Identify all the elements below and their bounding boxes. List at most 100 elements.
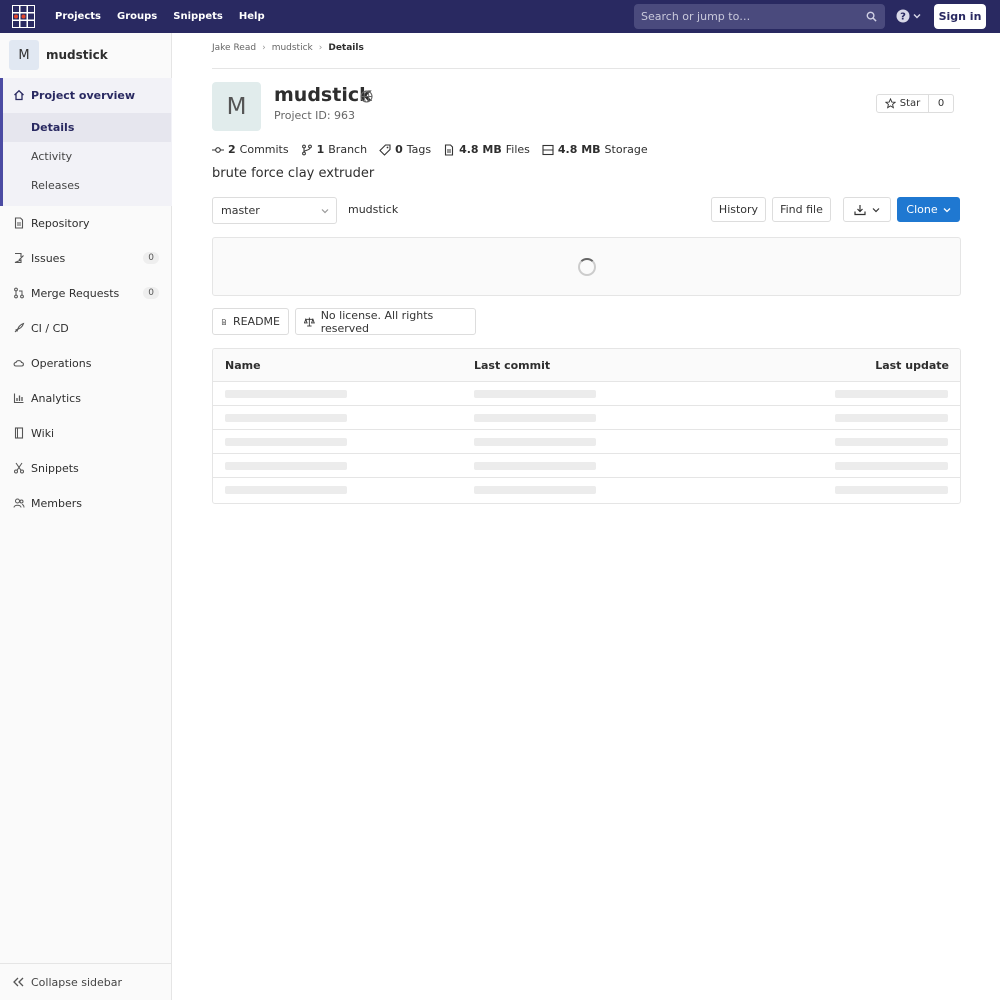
stat-tags[interactable]: 0 Tags xyxy=(379,143,431,156)
book-icon xyxy=(13,427,25,439)
sidebar-item-label: Issues xyxy=(31,251,66,265)
breadcrumb-item-project[interactable]: mudstick xyxy=(272,43,313,53)
commits-count: 2 xyxy=(228,143,236,156)
skeleton-bar xyxy=(225,462,347,470)
svg-text:?: ? xyxy=(900,12,906,23)
star-icon xyxy=(884,98,896,109)
sidebar-item-label: Repository xyxy=(31,216,90,230)
breadcrumb-separator: › xyxy=(318,43,323,53)
files-label: Files xyxy=(505,143,530,156)
sidebar-sub-activity[interactable]: Activity xyxy=(3,142,171,171)
sidebar-project-header[interactable]: M mudstick xyxy=(9,40,108,70)
table-header: Name Last commit Last update xyxy=(213,349,960,382)
sidebar-item-ci-cd[interactable]: CI / CD xyxy=(0,313,171,343)
table-row-skeleton xyxy=(213,406,960,430)
cloud-icon xyxy=(13,357,25,369)
doc-icon xyxy=(221,318,226,325)
skeleton-bar xyxy=(225,414,347,422)
stat-commits[interactable]: 2 Commits xyxy=(212,143,289,156)
issues-icon xyxy=(13,252,25,264)
help-dropdown[interactable]: ? xyxy=(896,9,921,23)
page-title: mudstick xyxy=(274,84,372,106)
sidebar-sub-releases[interactable]: Releases xyxy=(3,171,171,200)
readme-label: README xyxy=(232,315,280,328)
sidebar-item-label: Operations xyxy=(31,356,92,370)
table-row-skeleton xyxy=(213,430,960,454)
chevron-down-icon xyxy=(913,14,921,19)
sidebar-item-wiki[interactable]: Wiki xyxy=(0,418,171,448)
sign-in-button[interactable]: Sign in xyxy=(934,4,986,29)
sidebar-item-repository[interactable]: Repository xyxy=(0,208,171,238)
skeleton-bar xyxy=(474,462,596,470)
sidebar-item-label: Analytics xyxy=(31,391,81,405)
breadcrumb: Jake Read › mudstick › Details xyxy=(212,43,364,53)
nav-groups[interactable]: Groups xyxy=(117,11,157,22)
sidebar: M mudstick Project overview Details Acti… xyxy=(0,33,172,1000)
skeleton-bar xyxy=(835,486,948,494)
globe-icon xyxy=(360,90,373,103)
double-chevron-left-icon xyxy=(13,977,24,987)
project-description: brute force clay extruder xyxy=(212,166,375,181)
stat-storage[interactable]: 4.8 MB Storage xyxy=(542,143,648,156)
tags-label: Tags xyxy=(406,143,432,156)
project-avatar: M xyxy=(212,82,261,131)
skeleton-bar xyxy=(225,390,347,398)
readme-button[interactable]: README xyxy=(212,308,289,335)
sidebar-item-merge-requests[interactable]: Merge Requests 0 xyxy=(0,278,171,308)
clone-label: Clone xyxy=(906,203,938,216)
breadcrumb-item-current[interactable]: Details xyxy=(328,43,363,53)
breadcrumb-item-owner[interactable]: Jake Read xyxy=(212,43,256,53)
license-button[interactable]: No license. All rights reserved xyxy=(295,308,476,335)
storage-size: 4.8 MB xyxy=(557,143,601,156)
license-label: No license. All rights reserved xyxy=(320,308,434,335)
nav-help[interactable]: Help xyxy=(239,11,265,22)
file-tree-table: Name Last commit Last update xyxy=(212,348,961,504)
search-input[interactable] xyxy=(641,10,856,23)
collapse-label: Collapse sidebar xyxy=(31,975,123,989)
nav-snippets[interactable]: Snippets xyxy=(173,11,223,22)
merge-icon xyxy=(13,287,25,299)
star-label: Star xyxy=(899,98,921,109)
sidebar-item-project-overview[interactable]: Project overview xyxy=(0,80,171,110)
search-box[interactable] xyxy=(634,4,885,29)
find-file-button[interactable]: Find file xyxy=(772,197,831,222)
loading-spinner-icon xyxy=(578,258,596,276)
collapse-sidebar-button[interactable]: Collapse sidebar xyxy=(0,963,171,1000)
scale-icon xyxy=(304,317,315,326)
column-header-name: Name xyxy=(225,359,261,372)
clone-button[interactable]: Clone xyxy=(897,197,960,222)
doc-icon xyxy=(13,217,25,229)
history-button[interactable]: History xyxy=(711,197,766,222)
download-button[interactable] xyxy=(843,197,891,222)
sidebar-item-snippets[interactable]: Snippets xyxy=(0,453,171,483)
issues-count-badge: 0 xyxy=(143,252,159,264)
download-icon xyxy=(854,204,866,215)
branch-count: 1 xyxy=(316,143,325,156)
sidebar-item-analytics[interactable]: Analytics xyxy=(0,383,171,413)
chevron-down-icon xyxy=(943,207,951,212)
stat-branch[interactable]: 1 Branch xyxy=(301,143,367,156)
sidebar-item-label: Snippets xyxy=(31,461,79,475)
sidebar-item-label: Merge Requests xyxy=(31,286,120,300)
logo-icon[interactable] xyxy=(12,5,35,28)
repo-path[interactable]: mudstick xyxy=(348,203,398,216)
stat-files[interactable]: 4.8 MB Files xyxy=(443,143,530,156)
sidebar-item-operations[interactable]: Operations xyxy=(0,348,171,378)
skeleton-bar xyxy=(835,462,948,470)
branch-select[interactable]: master xyxy=(212,197,337,224)
sidebar-item-label: Members xyxy=(31,496,82,510)
sidebar-item-members[interactable]: Members xyxy=(0,488,171,518)
divider xyxy=(212,68,960,69)
skeleton-bar xyxy=(474,438,596,446)
star-count[interactable]: 0 xyxy=(928,94,954,113)
avatar: M xyxy=(9,40,39,70)
star-button[interactable]: Star xyxy=(876,94,929,113)
branch-label: Branch xyxy=(328,143,368,156)
sidebar-project-name: mudstick xyxy=(46,48,108,62)
skeleton-bar xyxy=(474,486,596,494)
project-stats: 2 Commits 1 Branch 0 Tags 4.8 MB Files 4.8 M… xyxy=(212,143,648,156)
sidebar-sub-details[interactable]: Details xyxy=(3,113,171,142)
nav-projects[interactable]: Projects xyxy=(55,11,101,22)
sidebar-item-issues[interactable]: Issues 0 xyxy=(0,243,171,273)
tags-count: 0 xyxy=(395,143,403,156)
